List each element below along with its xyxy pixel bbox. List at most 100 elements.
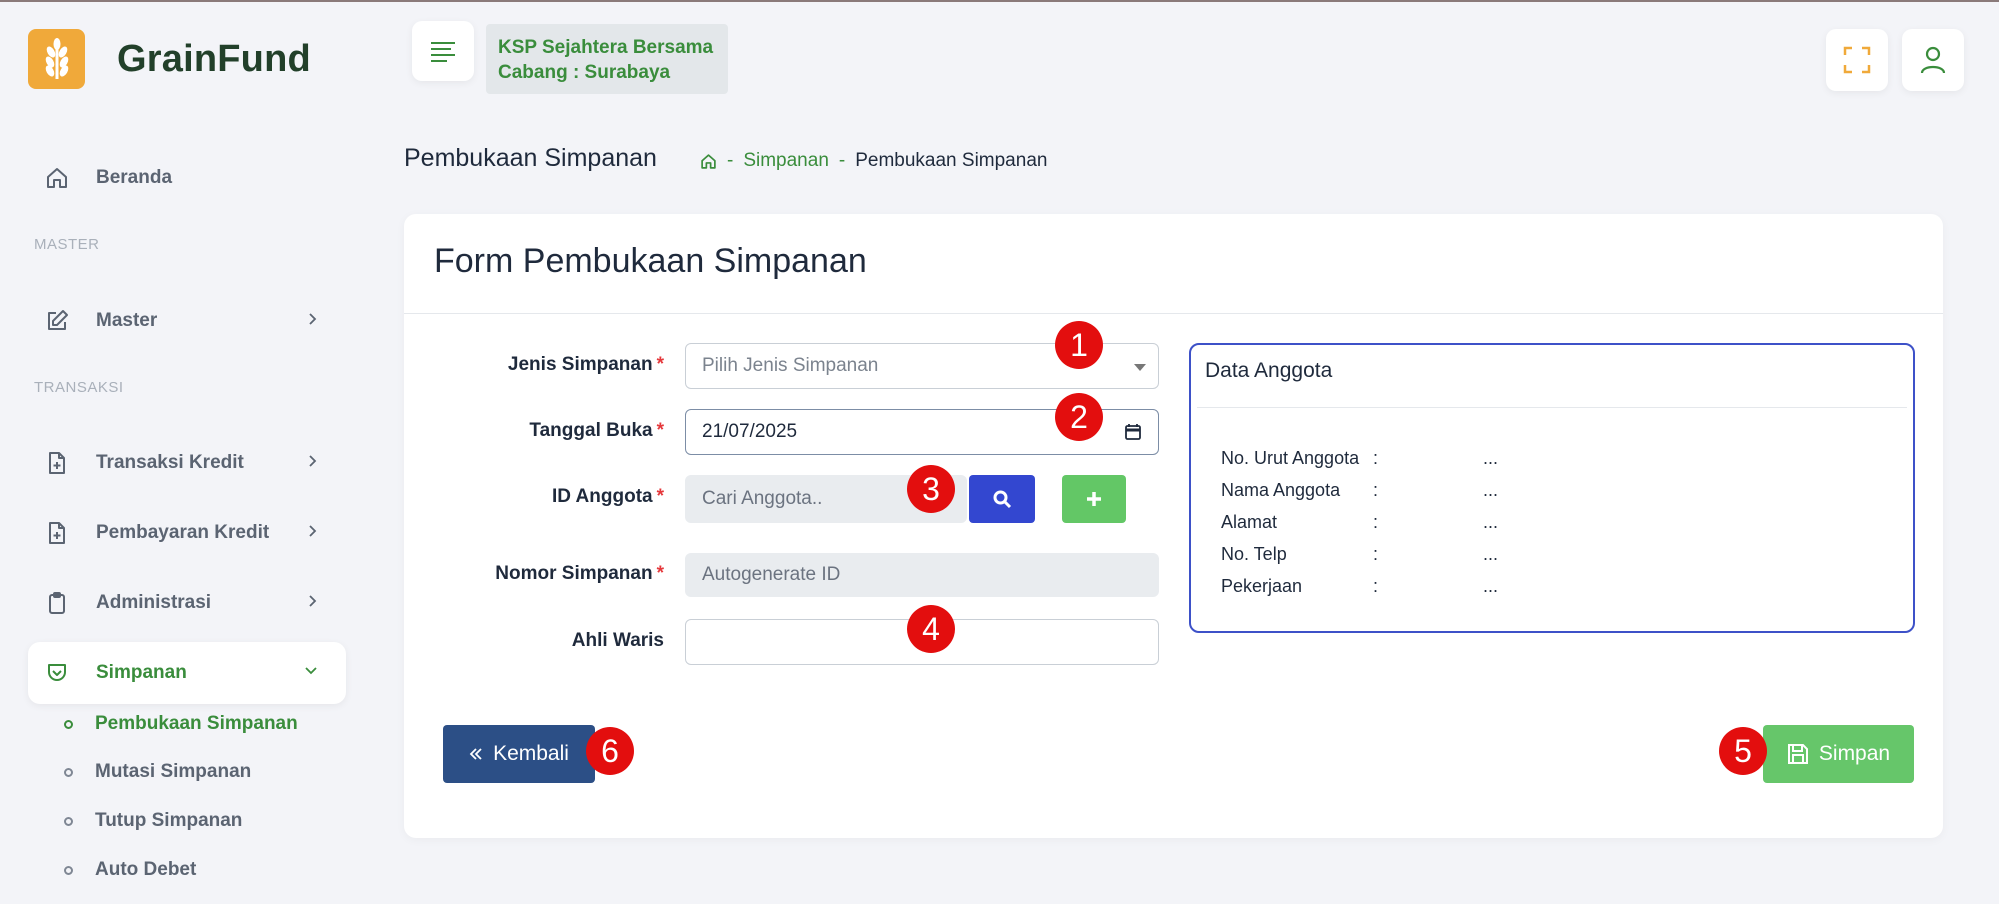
annotation-marker-3: 3 xyxy=(907,465,955,513)
edit-icon xyxy=(42,306,72,336)
id-anggota-label: ID Anggota * xyxy=(424,486,664,508)
add-member-button[interactable] xyxy=(1062,475,1126,523)
sidebar-item-master[interactable]: Master xyxy=(28,290,346,352)
menu-toggle-button[interactable] xyxy=(412,21,474,81)
member-row: Alamat : ... xyxy=(1221,512,1498,533)
sidebar-item-label: Pembayaran Kredit xyxy=(96,522,270,543)
button-label: Simpan xyxy=(1818,742,1891,765)
member-colon: : xyxy=(1373,480,1379,500)
date-value: 21/07/2025 xyxy=(702,421,798,442)
section-transaksi: TRANSAKSI xyxy=(34,379,124,396)
ahli-waris-label: Ahli Waris xyxy=(424,630,664,652)
bullet-icon xyxy=(64,719,73,729)
brand[interactable]: GrainFund xyxy=(28,29,311,89)
bullet-icon xyxy=(64,816,73,826)
user-icon xyxy=(1920,46,1946,74)
tanggal-buka-label: Tanggal Buka * xyxy=(424,420,664,442)
sidebar-item-transaksi-kredit[interactable]: Transaksi Kredit xyxy=(28,432,346,494)
member-panel-title: Data Anggota xyxy=(1205,359,1333,382)
divider xyxy=(1197,407,1907,408)
pocket-icon xyxy=(42,658,72,688)
breadcrumb: - Simpanan - Pembukaan Simpanan xyxy=(700,150,1047,172)
subnav-label: Tutup Simpanan xyxy=(95,810,243,831)
sidebar-item-beranda[interactable]: Beranda xyxy=(28,147,346,209)
fullscreen-icon xyxy=(1843,46,1871,74)
member-value: ... xyxy=(1483,544,1499,564)
breadcrumb-separator: - xyxy=(838,150,846,171)
button-label: Kembali xyxy=(493,742,569,765)
bullet-icon xyxy=(64,865,73,875)
subnav-auto-debet[interactable]: Auto Debet xyxy=(64,859,196,881)
breadcrumb-current: Pembukaan Simpanan xyxy=(855,150,1048,171)
member-key: Alamat xyxy=(1221,512,1278,532)
chevron-right-icon xyxy=(309,595,317,607)
search-member-button[interactable] xyxy=(969,475,1035,523)
member-info-panel: Data Anggota No. Urut Anggota : ... Nama… xyxy=(1189,343,1915,633)
chevron-right-icon xyxy=(309,525,317,537)
subnav-mutasi-simpanan[interactable]: Mutasi Simpanan xyxy=(64,761,251,783)
member-value: ... xyxy=(1483,448,1499,468)
member-key: Pekerjaan xyxy=(1221,576,1303,596)
member-colon: : xyxy=(1373,544,1379,564)
subnav-label: Auto Debet xyxy=(95,859,197,880)
chevron-right-icon xyxy=(309,313,317,325)
form-card: Form Pembukaan Simpanan Jenis Simpanan * … xyxy=(404,214,1943,838)
home-icon xyxy=(42,163,72,193)
annotation-marker-6: 6 xyxy=(586,727,634,775)
caret-down-icon xyxy=(1134,364,1146,371)
sidebar-item-label: Beranda xyxy=(96,167,173,188)
member-key: No. Telp xyxy=(1221,544,1287,564)
member-key: Nama Anggota xyxy=(1221,480,1341,500)
member-row: Pekerjaan : ... xyxy=(1221,576,1498,597)
breadcrumb-simpanan[interactable]: Simpanan xyxy=(743,150,829,172)
back-button[interactable]: Kembali xyxy=(443,725,595,783)
user-menu-button[interactable] xyxy=(1902,29,1964,91)
sidebar: GrainFund Beranda MASTER Master TRANSAKS… xyxy=(0,2,370,904)
member-row: No. Urut Anggota : ... xyxy=(1221,448,1498,469)
input-value: Autogenerate ID xyxy=(702,564,841,585)
annotation-marker-4: 4 xyxy=(907,605,955,653)
branch-info: KSP Sejahtera Bersama Cabang : Surabaya xyxy=(486,24,728,94)
sidebar-item-label: Master xyxy=(96,310,158,331)
nomor-simpanan-label: Nomor Simpanan * xyxy=(424,563,664,585)
member-colon: : xyxy=(1373,512,1379,532)
save-icon xyxy=(1787,743,1809,765)
divider xyxy=(404,313,1943,314)
branch-name: KSP Sejahtera Bersama xyxy=(498,37,714,58)
sidebar-item-pembayaran-kredit[interactable]: Pembayaran Kredit xyxy=(28,502,346,564)
required-mark: * xyxy=(656,563,664,584)
bullet-icon xyxy=(64,767,73,777)
chevron-right-icon xyxy=(309,455,317,467)
home-icon[interactable] xyxy=(700,153,717,170)
subnav-label: Pembukaan Simpanan xyxy=(95,713,298,734)
subnav-label: Mutasi Simpanan xyxy=(95,761,252,782)
branch-city: Cabang : Surabaya xyxy=(498,62,671,83)
brand-name: GrainFund xyxy=(117,37,311,80)
double-chevron-left-icon xyxy=(469,747,483,761)
label-text: Ahli Waris xyxy=(571,630,664,651)
member-row: No. Telp : ... xyxy=(1221,544,1498,565)
sidebar-item-label: Administrasi xyxy=(96,592,212,613)
label-text: Tanggal Buka xyxy=(529,420,653,441)
subnav-pembukaan-simpanan[interactable]: Pembukaan Simpanan xyxy=(64,713,298,735)
save-button[interactable]: Simpan xyxy=(1763,725,1914,783)
label-text: Jenis Simpanan xyxy=(507,354,653,375)
sidebar-item-simpanan[interactable]: Simpanan xyxy=(28,642,346,704)
section-master: MASTER xyxy=(34,236,100,253)
member-key: No. Urut Anggota xyxy=(1221,448,1360,468)
annotation-marker-5: 5 xyxy=(1719,727,1767,775)
annotation-marker-1: 1 xyxy=(1055,321,1103,369)
calendar-icon[interactable] xyxy=(1124,423,1142,441)
nomor-simpanan-input: Autogenerate ID xyxy=(685,553,1159,597)
select-placeholder: Pilih Jenis Simpanan xyxy=(702,355,879,376)
subnav-tutup-simpanan[interactable]: Tutup Simpanan xyxy=(64,810,242,832)
required-mark: * xyxy=(656,486,664,507)
sidebar-item-administrasi[interactable]: Administrasi xyxy=(28,572,346,634)
input-placeholder: Cari Anggota.. xyxy=(702,488,823,509)
fullscreen-button[interactable] xyxy=(1826,29,1888,91)
sidebar-item-label: Simpanan xyxy=(96,662,187,683)
breadcrumb-separator: - xyxy=(727,150,734,171)
member-value: ... xyxy=(1483,576,1499,596)
annotation-marker-2: 2 xyxy=(1055,393,1103,441)
label-text: ID Anggota xyxy=(551,486,653,507)
